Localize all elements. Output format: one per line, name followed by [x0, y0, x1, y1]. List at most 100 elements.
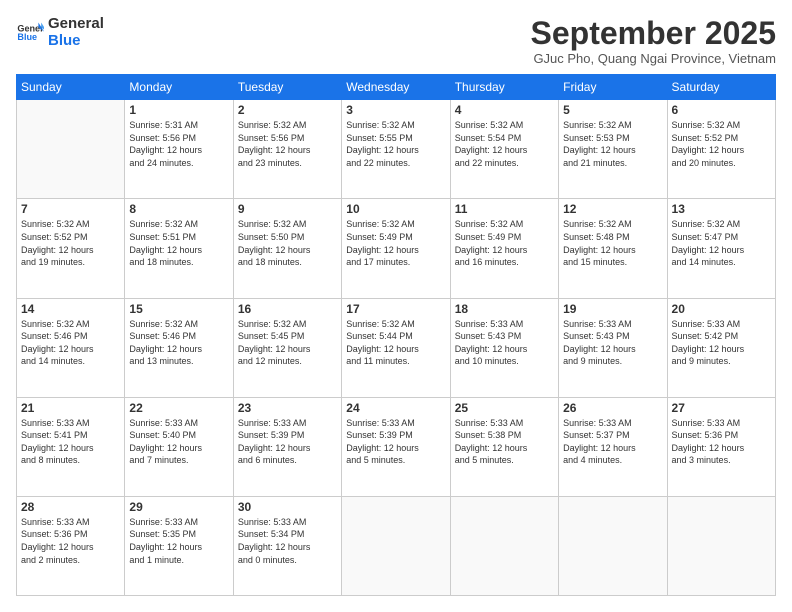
calendar-cell-0-0 — [17, 100, 125, 199]
calendar-cell-3-6: 27 Sunrise: 5:33 AM Sunset: 5:36 PM Dayli… — [667, 397, 775, 496]
day-number: 6 — [672, 103, 771, 117]
day-number: 12 — [563, 202, 662, 216]
calendar-cell-2-2: 16Sunrise: 5:32 AM Sunset: 5:45 PM Dayli… — [233, 298, 341, 397]
calendar-cell-4-5 — [559, 496, 667, 595]
calendar-cell-0-2: 2Sunrise: 5:32 AM Sunset: 5:56 PM Daylig… — [233, 100, 341, 199]
calendar-cell-2-6: 20 Sunrise: 5:33 AM Sunset: 5:42 PM Dayli… — [667, 298, 775, 397]
day-number: 17 — [346, 302, 445, 316]
day-number: 13 — [672, 202, 771, 216]
day-info: Sunrise: 5:32 AM Sunset: 5:45 PM Dayligh… — [238, 318, 337, 368]
day-info: Sunrise: 5:32 AM Sunset: 5:50 PM Dayligh… — [238, 218, 337, 268]
day-info: Sunrise: 5:33 AM Sunset: 5:42 PM Dayligh… — [672, 318, 771, 368]
header-monday: Monday — [125, 75, 233, 100]
day-number: 3 — [346, 103, 445, 117]
week-row-2: 7 Sunrise: 5:32 AM Sunset: 5:52 PM Daylig… — [17, 199, 776, 298]
calendar-cell-1-3: 10 Sunrise: 5:32 AM Sunset: 5:49 PM Dayli… — [342, 199, 450, 298]
day-info: Sunrise: 5:32 AM Sunset: 5:48 PM Dayligh… — [563, 218, 662, 268]
day-info: Sunrise: 5:32 AM Sunset: 5:56 PM Dayligh… — [238, 119, 337, 169]
header-wednesday: Wednesday — [342, 75, 450, 100]
logo: General Blue General Blue — [16, 16, 104, 49]
day-number: 10 — [346, 202, 445, 216]
calendar-cell-1-1: 8 Sunrise: 5:32 AM Sunset: 5:51 PM Daylig… — [125, 199, 233, 298]
calendar-cell-4-2: 30 Sunrise: 5:33 AM Sunset: 5:34 PM Dayli… — [233, 496, 341, 595]
day-info: Sunrise: 5:33 AM Sunset: 5:43 PM Dayligh… — [563, 318, 662, 368]
calendar-cell-2-4: 18 Sunrise: 5:33 AM Sunset: 5:43 PM Dayli… — [450, 298, 558, 397]
day-number: 9 — [238, 202, 337, 216]
day-info: Sunrise: 5:33 AM Sunset: 5:39 PM Dayligh… — [346, 417, 445, 467]
day-info: Sunrise: 5:33 AM Sunset: 5:39 PM Dayligh… — [238, 417, 337, 467]
day-info: Sunrise: 5:33 AM Sunset: 5:43 PM Dayligh… — [455, 318, 554, 368]
calendar-cell-0-6: 6 Sunrise: 5:32 AM Sunset: 5:52 PM Daylig… — [667, 100, 775, 199]
header-sunday: Sunday — [17, 75, 125, 100]
day-number: 20 — [672, 302, 771, 316]
svg-text:Blue: Blue — [17, 32, 37, 42]
calendar-cell-0-3: 3 Sunrise: 5:32 AM Sunset: 5:55 PM Daylig… — [342, 100, 450, 199]
calendar-cell-4-3 — [342, 496, 450, 595]
day-number: 27 — [672, 401, 771, 415]
day-info: Sunrise: 5:32 AM Sunset: 5:46 PM Dayligh… — [21, 318, 120, 368]
day-info: Sunrise: 5:33 AM Sunset: 5:35 PM Dayligh… — [129, 516, 228, 566]
header-tuesday: Tuesday — [233, 75, 341, 100]
day-info: Sunrise: 5:33 AM Sunset: 5:36 PM Dayligh… — [672, 417, 771, 467]
day-info: Sunrise: 5:32 AM Sunset: 5:49 PM Dayligh… — [346, 218, 445, 268]
calendar-cell-4-6 — [667, 496, 775, 595]
calendar-cell-0-1: 1 Sunrise: 5:31 AM Sunset: 5:56 PM Daylig… — [125, 100, 233, 199]
calendar-cell-0-4: 4 Sunrise: 5:32 AM Sunset: 5:54 PM Daylig… — [450, 100, 558, 199]
day-number: 29 — [129, 500, 228, 514]
day-number: 7 — [21, 202, 120, 216]
calendar-cell-2-5: 19 Sunrise: 5:33 AM Sunset: 5:43 PM Dayli… — [559, 298, 667, 397]
calendar-cell-3-5: 26Sunrise: 5:33 AM Sunset: 5:37 PM Dayli… — [559, 397, 667, 496]
day-number: 5 — [563, 103, 662, 117]
day-info: Sunrise: 5:33 AM Sunset: 5:40 PM Dayligh… — [129, 417, 228, 467]
logo-general: General — [48, 16, 104, 33]
calendar-cell-2-0: 14 Sunrise: 5:32 AM Sunset: 5:46 PM Dayli… — [17, 298, 125, 397]
day-info: Sunrise: 5:33 AM Sunset: 5:41 PM Dayligh… — [21, 417, 120, 467]
calendar-cell-3-0: 21Sunrise: 5:33 AM Sunset: 5:41 PM Dayli… — [17, 397, 125, 496]
day-info: Sunrise: 5:33 AM Sunset: 5:38 PM Dayligh… — [455, 417, 554, 467]
week-row-4: 21Sunrise: 5:33 AM Sunset: 5:41 PM Dayli… — [17, 397, 776, 496]
header-saturday: Saturday — [667, 75, 775, 100]
calendar-cell-1-0: 7 Sunrise: 5:32 AM Sunset: 5:52 PM Daylig… — [17, 199, 125, 298]
day-number: 4 — [455, 103, 554, 117]
day-number: 24 — [346, 401, 445, 415]
calendar-cell-3-2: 23 Sunrise: 5:33 AM Sunset: 5:39 PM Dayli… — [233, 397, 341, 496]
day-info: Sunrise: 5:32 AM Sunset: 5:46 PM Dayligh… — [129, 318, 228, 368]
header-thursday: Thursday — [450, 75, 558, 100]
calendar-cell-3-1: 22 Sunrise: 5:33 AM Sunset: 5:40 PM Dayli… — [125, 397, 233, 496]
day-info: Sunrise: 5:32 AM Sunset: 5:54 PM Dayligh… — [455, 119, 554, 169]
day-info: Sunrise: 5:32 AM Sunset: 5:53 PM Dayligh… — [563, 119, 662, 169]
day-number: 19 — [563, 302, 662, 316]
calendar-cell-2-1: 15Sunrise: 5:32 AM Sunset: 5:46 PM Dayli… — [125, 298, 233, 397]
day-info: Sunrise: 5:33 AM Sunset: 5:36 PM Dayligh… — [21, 516, 120, 566]
day-info: Sunrise: 5:32 AM Sunset: 5:52 PM Dayligh… — [672, 119, 771, 169]
day-number: 11 — [455, 202, 554, 216]
week-row-1: 1 Sunrise: 5:31 AM Sunset: 5:56 PM Daylig… — [17, 100, 776, 199]
day-info: Sunrise: 5:32 AM Sunset: 5:51 PM Dayligh… — [129, 218, 228, 268]
day-number: 18 — [455, 302, 554, 316]
day-number: 14 — [21, 302, 120, 316]
calendar-cell-3-3: 24 Sunrise: 5:33 AM Sunset: 5:39 PM Dayli… — [342, 397, 450, 496]
week-row-5: 28 Sunrise: 5:33 AM Sunset: 5:36 PM Dayli… — [17, 496, 776, 595]
day-number: 22 — [129, 401, 228, 415]
day-number: 28 — [21, 500, 120, 514]
day-info: Sunrise: 5:32 AM Sunset: 5:49 PM Dayligh… — [455, 218, 554, 268]
title-block: September 2025 GJuc Pho, Quang Ngai Prov… — [531, 16, 776, 66]
day-number: 1 — [129, 103, 228, 117]
calendar-cell-0-5: 5 Sunrise: 5:32 AM Sunset: 5:53 PM Daylig… — [559, 100, 667, 199]
calendar-cell-2-3: 17Sunrise: 5:32 AM Sunset: 5:44 PM Dayli… — [342, 298, 450, 397]
calendar-cell-4-0: 28 Sunrise: 5:33 AM Sunset: 5:36 PM Dayli… — [17, 496, 125, 595]
day-number: 8 — [129, 202, 228, 216]
day-info: Sunrise: 5:32 AM Sunset: 5:55 PM Dayligh… — [346, 119, 445, 169]
day-info: Sunrise: 5:32 AM Sunset: 5:52 PM Dayligh… — [21, 218, 120, 268]
calendar-cell-1-4: 11 Sunrise: 5:32 AM Sunset: 5:49 PM Dayli… — [450, 199, 558, 298]
day-info: Sunrise: 5:31 AM Sunset: 5:56 PM Dayligh… — [129, 119, 228, 169]
calendar-cell-4-1: 29 Sunrise: 5:33 AM Sunset: 5:35 PM Dayli… — [125, 496, 233, 595]
logo-blue: Blue — [48, 33, 104, 50]
day-info: Sunrise: 5:33 AM Sunset: 5:37 PM Dayligh… — [563, 417, 662, 467]
day-number: 30 — [238, 500, 337, 514]
day-number: 25 — [455, 401, 554, 415]
day-info: Sunrise: 5:33 AM Sunset: 5:34 PM Dayligh… — [238, 516, 337, 566]
calendar-cell-1-2: 9 Sunrise: 5:32 AM Sunset: 5:50 PM Daylig… — [233, 199, 341, 298]
calendar-cell-3-4: 25 Sunrise: 5:33 AM Sunset: 5:38 PM Dayli… — [450, 397, 558, 496]
day-number: 23 — [238, 401, 337, 415]
